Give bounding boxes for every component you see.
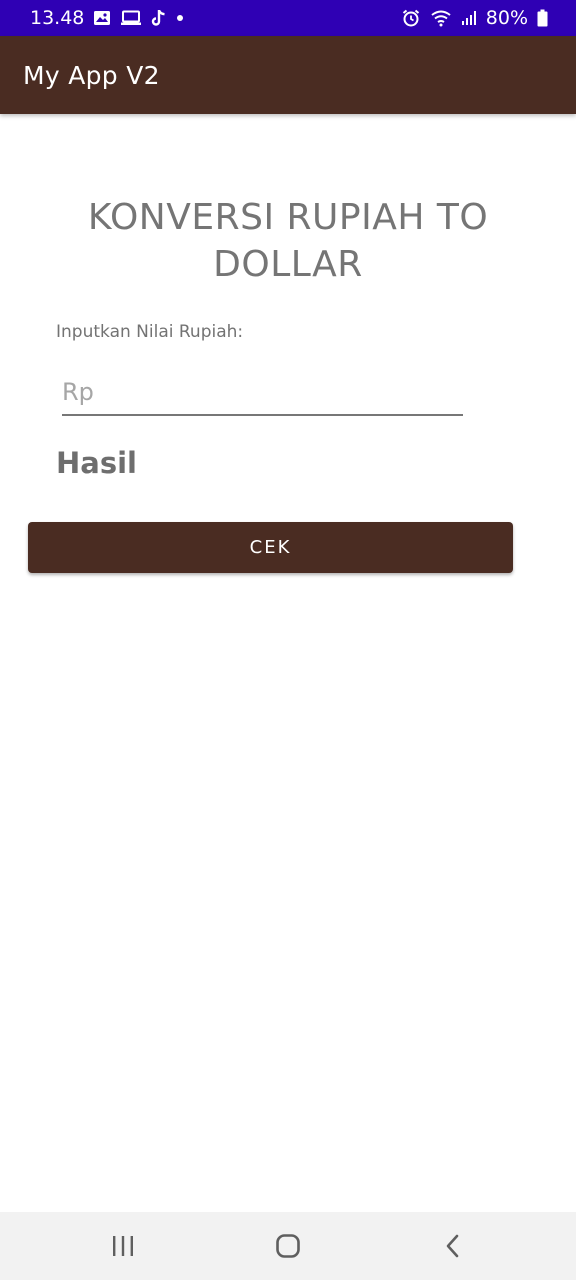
wifi-icon <box>430 9 452 27</box>
alarm-icon <box>401 8 421 28</box>
page-title: KONVERSI RUPIAH TO DOLLAR <box>87 197 489 285</box>
app-title: My App V2 <box>23 60 160 90</box>
dot-icon <box>176 14 184 22</box>
battery-icon <box>537 9 548 27</box>
gallery-icon <box>93 10 111 26</box>
back-icon <box>447 1234 459 1258</box>
battery-percent: 80% <box>485 7 528 29</box>
rupiah-input-label: Inputkan Nilai Rupiah: <box>56 322 244 342</box>
tiktok-icon <box>151 9 167 27</box>
status-time: 13.48 <box>30 7 85 29</box>
home-button[interactable] <box>248 1216 328 1276</box>
result-text: Hasil <box>56 446 137 480</box>
status-right: 80% <box>401 7 548 29</box>
recent-apps-icon <box>112 1236 133 1256</box>
app-bar: My App V2 <box>0 36 576 114</box>
laptop-icon <box>120 10 142 26</box>
status-bar: 13.48 80% <box>0 0 576 36</box>
navigation-bar <box>0 1212 576 1280</box>
recent-apps-button[interactable] <box>83 1216 163 1276</box>
back-button[interactable] <box>413 1216 493 1276</box>
cek-button[interactable]: CEK <box>28 522 513 573</box>
rupiah-input[interactable] <box>62 376 463 416</box>
status-left: 13.48 <box>30 7 184 29</box>
signal-icon <box>461 10 477 26</box>
home-icon <box>276 1234 300 1258</box>
